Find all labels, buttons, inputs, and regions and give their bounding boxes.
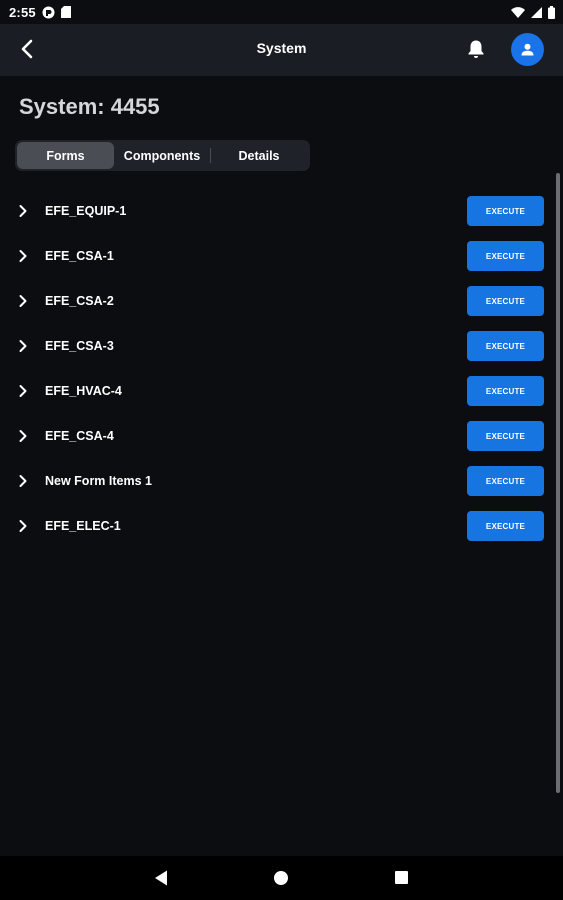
form-row: New Form Items 1 EXECUTE [0, 459, 563, 504]
expand-chevron-icon[interactable] [16, 384, 30, 398]
execute-button[interactable]: EXECUTE [467, 331, 544, 361]
status-time: 2:55 [9, 4, 36, 20]
form-name: EFE_HVAC-4 [45, 384, 122, 398]
form-row: EFE_CSA-4 EXECUTE [0, 414, 563, 459]
form-row: EFE_CSA-1 EXECUTE [0, 234, 563, 279]
signal-icon [531, 6, 542, 18]
scrollbar[interactable] [556, 173, 560, 793]
forms-list: EFE_EQUIP-1 EXECUTE EFE_CSA-1 EXECUTE EF… [0, 189, 563, 549]
execute-button[interactable]: EXECUTE [467, 466, 544, 496]
notifications-button[interactable] [464, 37, 488, 61]
form-name: EFE_EQUIP-1 [45, 204, 127, 218]
chevron-left-icon [21, 39, 33, 59]
expand-chevron-icon[interactable] [16, 204, 30, 218]
tab-components[interactable]: Components [114, 142, 210, 169]
nav-recents-icon[interactable] [395, 871, 408, 884]
back-button[interactable] [14, 36, 40, 62]
user-icon [521, 43, 534, 56]
wifi-icon [511, 6, 525, 18]
form-name: EFE_CSA-4 [45, 429, 114, 443]
expand-chevron-icon[interactable] [16, 429, 30, 443]
execute-button[interactable]: EXECUTE [467, 286, 544, 316]
expand-chevron-icon[interactable] [16, 339, 30, 353]
form-name: New Form Items 1 [45, 474, 152, 488]
form-name: EFE_CSA-1 [45, 249, 114, 263]
google-pay-icon [42, 6, 55, 19]
form-name: EFE_ELEC-1 [45, 519, 121, 533]
expand-chevron-icon[interactable] [16, 249, 30, 263]
status-right [511, 5, 555, 19]
form-name: EFE_CSA-3 [45, 339, 114, 353]
sd-card-icon [60, 6, 71, 18]
execute-button[interactable]: EXECUTE [467, 196, 544, 226]
form-row: EFE_ELEC-1 EXECUTE [0, 504, 563, 549]
expand-chevron-icon[interactable] [16, 294, 30, 308]
execute-button[interactable]: EXECUTE [467, 421, 544, 451]
app-header: System [0, 24, 563, 76]
form-row: EFE_EQUIP-1 EXECUTE [0, 189, 563, 234]
tab-bar: Forms Components Details [15, 140, 310, 171]
form-row: EFE_CSA-2 EXECUTE [0, 279, 563, 324]
system-nav-bar [0, 856, 563, 900]
form-row: EFE_CSA-3 EXECUTE [0, 324, 563, 369]
status-bar: 2:55 [0, 0, 563, 24]
nav-back-icon[interactable] [153, 869, 171, 887]
execute-button[interactable]: EXECUTE [467, 511, 544, 541]
bell-icon [468, 40, 484, 58]
form-name: EFE_CSA-2 [45, 294, 114, 308]
form-row: EFE_HVAC-4 EXECUTE [0, 369, 563, 414]
execute-button[interactable]: EXECUTE [467, 376, 544, 406]
nav-home-icon[interactable] [274, 871, 288, 885]
expand-chevron-icon[interactable] [16, 519, 30, 533]
status-left: 2:55 [9, 5, 71, 20]
execute-button[interactable]: EXECUTE [467, 241, 544, 271]
page-title: System: 4455 [19, 94, 160, 119]
account-avatar-button[interactable] [511, 33, 544, 66]
battery-icon [548, 5, 555, 19]
tab-forms[interactable]: Forms [17, 142, 114, 169]
expand-chevron-icon[interactable] [16, 474, 30, 488]
tab-details[interactable]: Details [211, 142, 307, 169]
